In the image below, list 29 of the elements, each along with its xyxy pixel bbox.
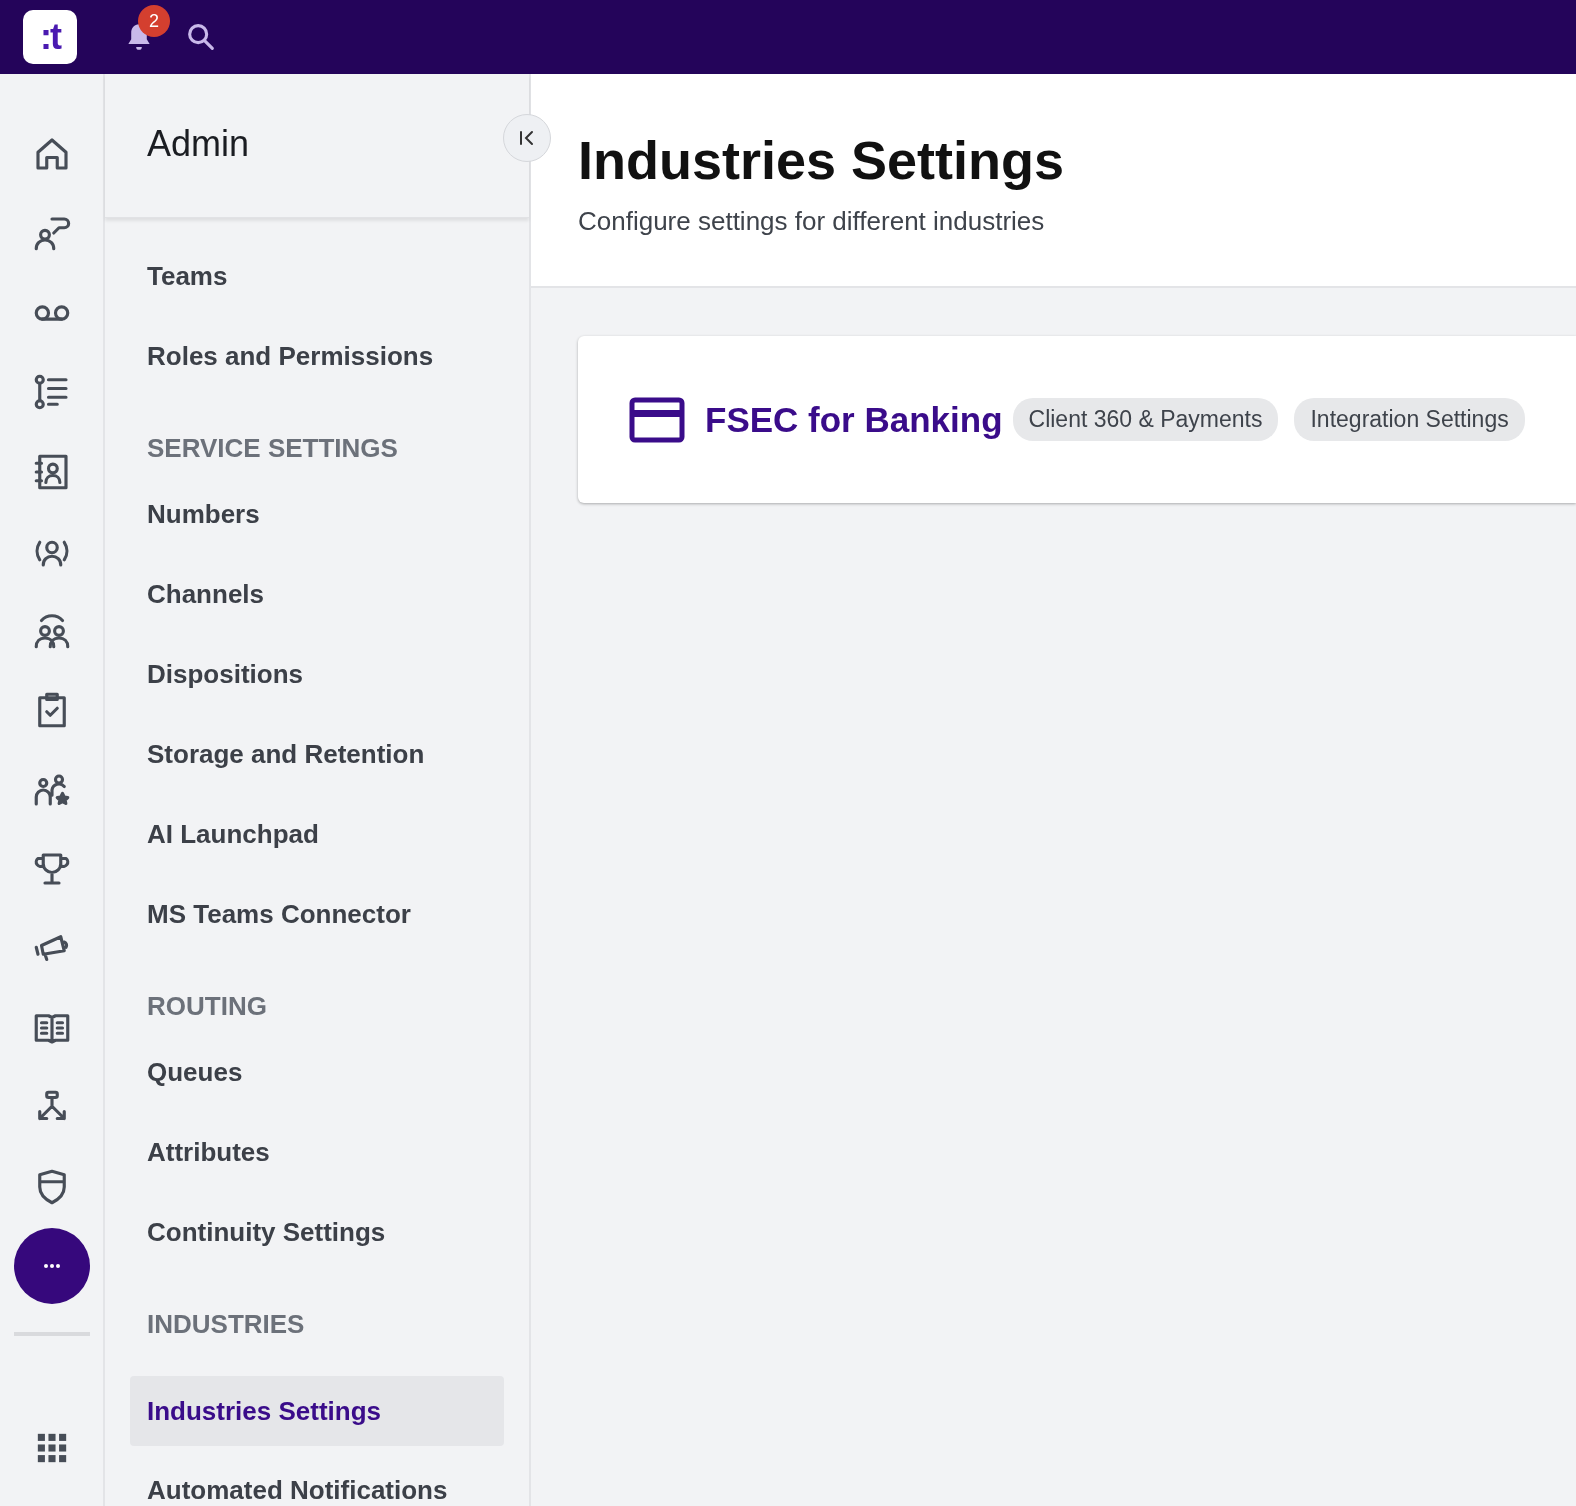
section-heading: ROUTING: [146, 990, 268, 1023]
industry-card[interactable]: FSEC for Banking Client 360 & Payments Integration Settings: [578, 336, 1576, 503]
tag-chip: Client 360 & Payments: [1012, 398, 1279, 441]
page-title: Industries Settings: [578, 129, 1066, 192]
notification-badge: 2: [138, 5, 170, 37]
sidebar-item[interactable]: AI Launchpad: [130, 794, 504, 874]
sidebar-item[interactable]: MS Teams Connector: [130, 874, 504, 954]
sidebar-item[interactable]: Dispositions: [130, 634, 504, 714]
sidebar-item[interactable]: Numbers: [130, 474, 504, 554]
collapse-button[interactable]: [503, 114, 551, 162]
logo[interactable]: :t: [23, 10, 77, 64]
card-title: FSEC for Banking: [705, 399, 1003, 440]
sidebar-item[interactable]: Industries Settings: [130, 1376, 504, 1446]
sidebar-item[interactable]: Roles and Permissions: [130, 316, 504, 396]
sidebar-item[interactable]: Attributes: [130, 1112, 504, 1192]
section-heading: INDUSTRIES: [146, 1308, 306, 1341]
sidebar-item[interactable]: Queues: [130, 1032, 504, 1112]
sidebar-item[interactable]: Channels: [130, 554, 504, 634]
more-icon: [42, 1263, 61, 1269]
credit-card-icon: [629, 396, 685, 443]
sidebar-title: Admin: [147, 122, 250, 165]
sidebar-item[interactable]: Automated Notifications: [130, 1450, 504, 1506]
sidebar-item[interactable]: Teams: [130, 236, 504, 316]
section-heading: SERVICE SETTINGS: [146, 432, 399, 465]
sidebar-item[interactable]: Continuity Settings: [130, 1192, 504, 1272]
notifications-button[interactable]: 2: [122, 5, 170, 55]
page-subtitle: Configure settings for different industries: [578, 206, 1046, 237]
sidebar-item[interactable]: Storage and Retention: [130, 714, 504, 794]
tag-chip: Integration Settings: [1294, 398, 1525, 441]
